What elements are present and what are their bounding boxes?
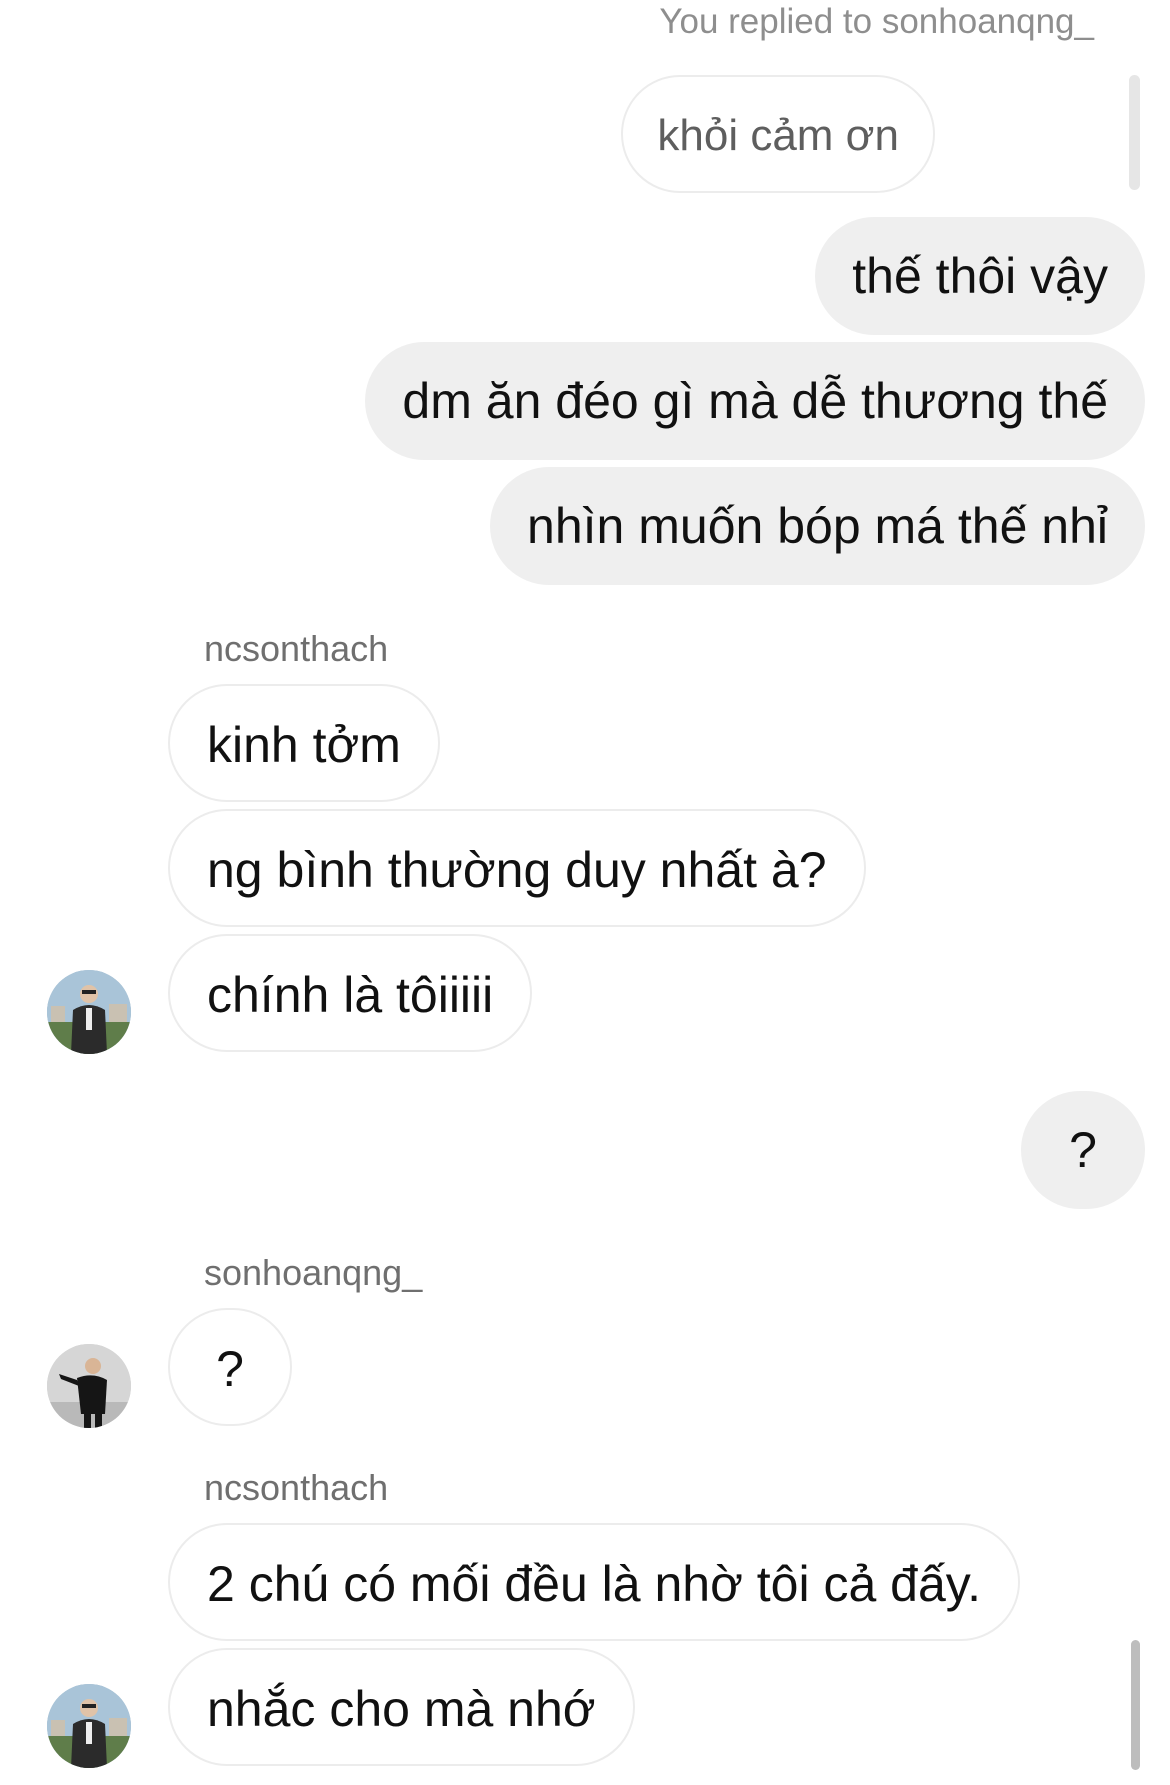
quoted-message-bubble[interactable]: khỏi cảm ơn <box>621 75 935 193</box>
scrollbar-track-top <box>1129 75 1140 190</box>
incoming-message[interactable]: chính là tôiiiii <box>168 934 533 1052</box>
outgoing-message[interactable]: ? <box>1021 1091 1145 1209</box>
sender-name: sonhoanqng_ <box>204 1252 423 1293</box>
outgoing-message[interactable]: nhìn muốn bóp má thế nhỉ <box>490 467 1145 585</box>
sender-avatar[interactable] <box>47 970 131 1054</box>
scrollbar-thumb[interactable] <box>1131 1640 1140 1770</box>
sender-name: ncsonthach <box>204 1467 389 1508</box>
incoming-message[interactable]: 2 chú có mối đều là nhờ tôi cả đấy. <box>168 1523 1020 1641</box>
incoming-message[interactable]: ? <box>168 1308 292 1426</box>
sender-avatar[interactable] <box>47 1684 131 1768</box>
incoming-message[interactable]: ng bình thường duy nhất à? <box>168 809 866 927</box>
reply-context-label: You replied to sonhoanqng_ <box>659 2 1094 41</box>
outgoing-message[interactable]: thế thôi vậy <box>815 217 1145 335</box>
person-photo-icon <box>47 970 131 1054</box>
sender-avatar[interactable] <box>47 1344 131 1428</box>
sender-name: ncsonthach <box>204 628 389 669</box>
incoming-message[interactable]: nhắc cho mà nhớ <box>168 1648 635 1766</box>
person-photo-icon <box>47 1684 131 1768</box>
person-photo-icon <box>47 1344 131 1428</box>
incoming-message[interactable]: kinh tởm <box>168 684 440 802</box>
outgoing-message[interactable]: dm ăn đéo gì mà dễ thương thế <box>365 342 1145 460</box>
